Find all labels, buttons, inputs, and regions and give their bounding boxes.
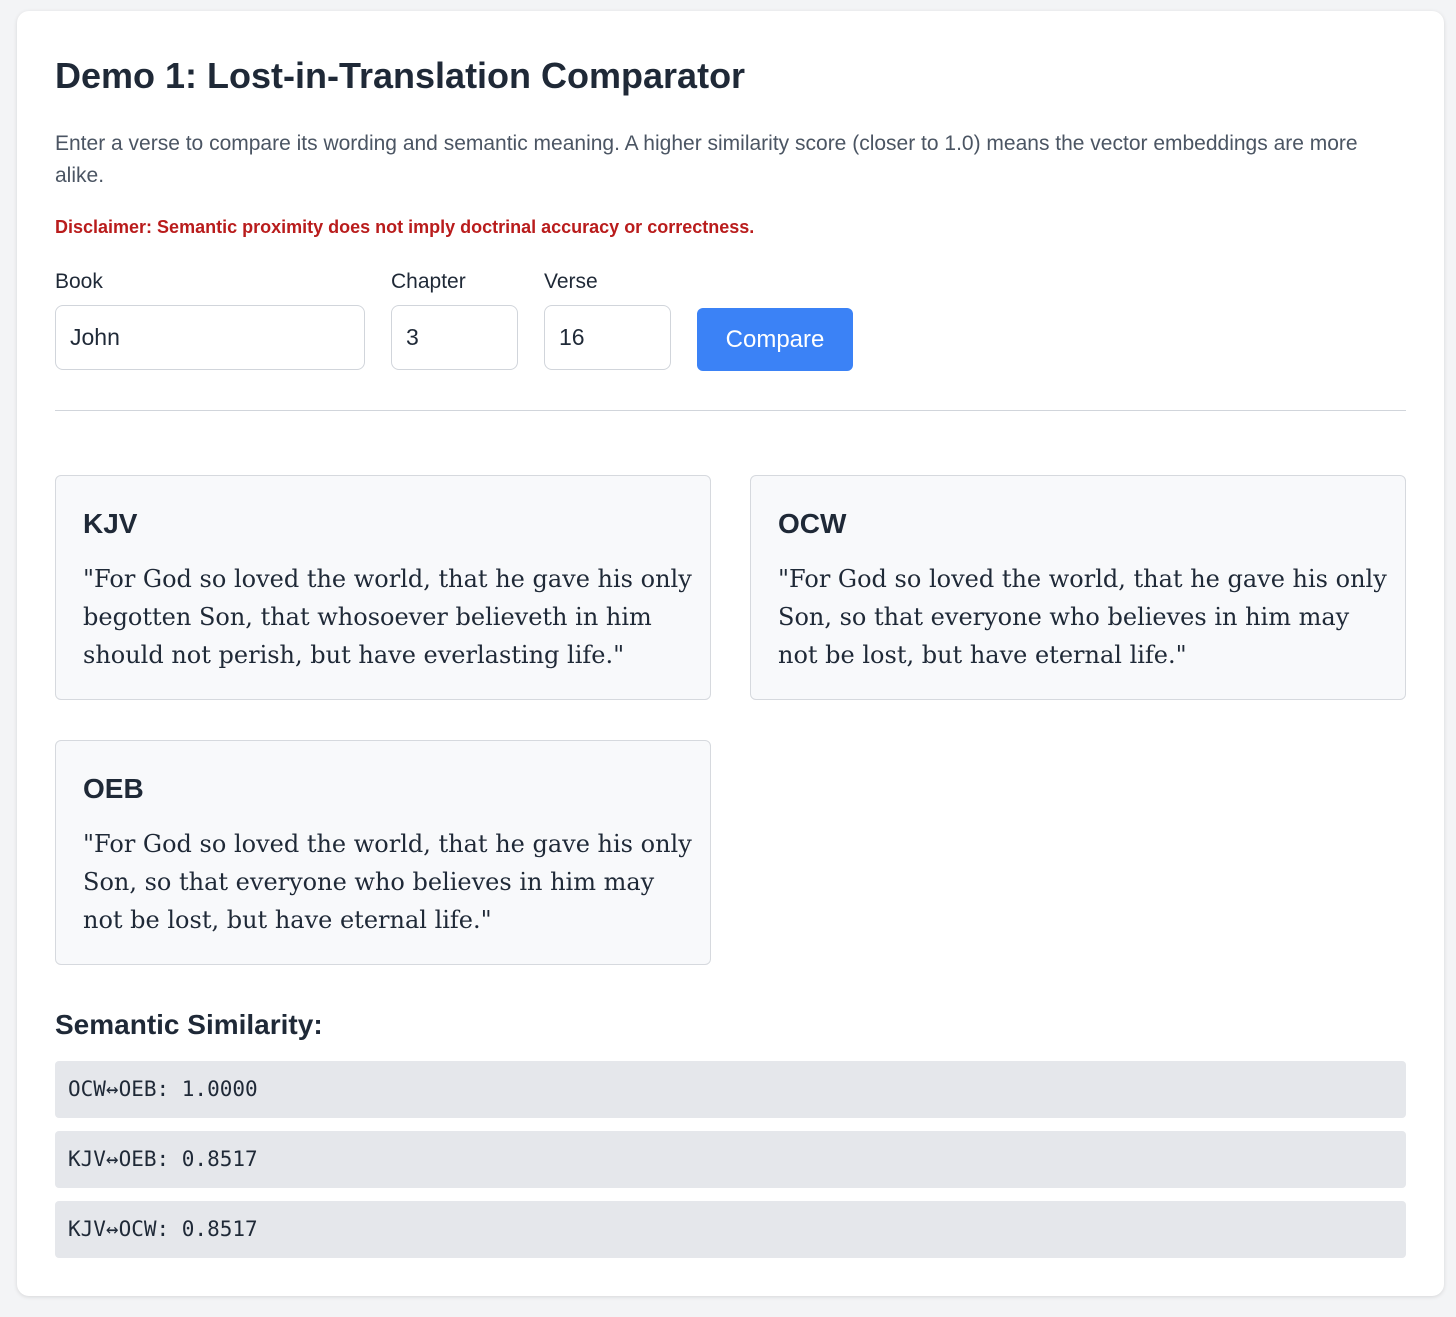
- similarity-row: KJV↔OEB: 0.8517: [55, 1131, 1406, 1188]
- translation-name: OCW: [778, 508, 847, 539]
- verse-label: Verse: [544, 270, 598, 293]
- similarity-row: KJV↔OCW: 0.8517: [55, 1201, 1406, 1258]
- disclaimer-text: Disclaimer: Semantic proximity does not …: [55, 217, 755, 237]
- translation-card-oeb: OEB "For God so loved the world, that he…: [55, 740, 711, 965]
- page-description: Enter a verse to compare its wording and…: [55, 132, 1358, 187]
- similarity-heading: Semantic Similarity:: [55, 1009, 323, 1040]
- verse-input[interactable]: [544, 305, 671, 370]
- chapter-input[interactable]: [391, 305, 518, 370]
- translation-name: KJV: [83, 508, 138, 539]
- book-input[interactable]: [55, 305, 365, 370]
- translation-name: OEB: [83, 773, 144, 804]
- main-card: Demo 1: Lost-in-Translation Comparator E…: [17, 11, 1444, 1296]
- translation-verse-text: "For God so loved the world, that he gav…: [83, 565, 692, 669]
- chapter-label: Chapter: [391, 270, 466, 293]
- similarity-row: OCW↔OEB: 1.0000: [55, 1061, 1406, 1118]
- translation-verse-text: "For God so loved the world, that he gav…: [778, 565, 1387, 669]
- page-title: Demo 1: Lost-in-Translation Comparator: [55, 55, 746, 96]
- book-label: Book: [55, 270, 103, 293]
- translation-card-kjv: KJV "For God so loved the world, that he…: [55, 475, 711, 700]
- divider: [55, 410, 1406, 411]
- compare-button[interactable]: Compare: [697, 308, 853, 371]
- translation-verse-text: "For God so loved the world, that he gav…: [83, 830, 692, 934]
- translation-card-ocw: OCW "For God so loved the world, that he…: [750, 475, 1406, 700]
